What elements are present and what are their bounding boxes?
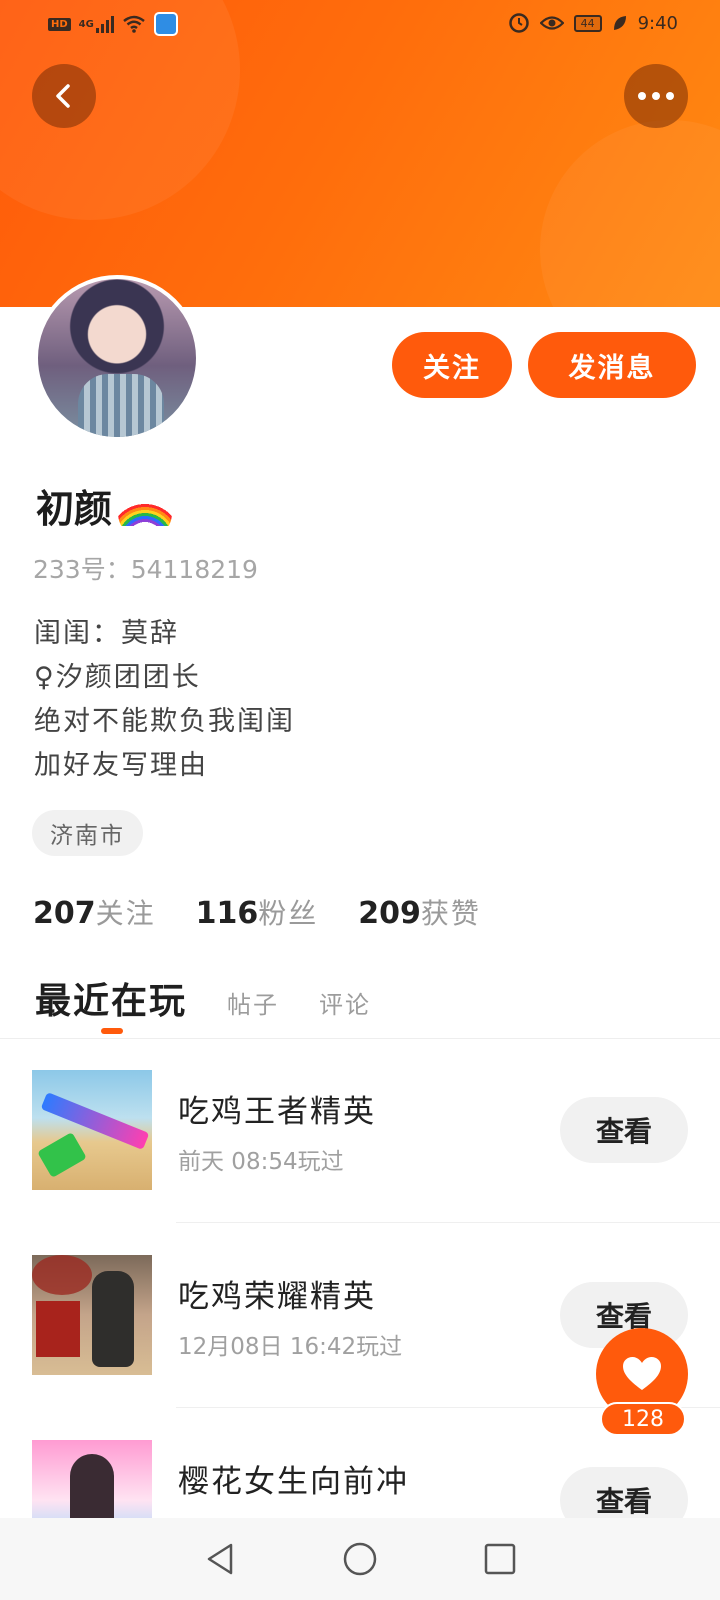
stat-label: 粉丝	[258, 897, 319, 930]
view-button[interactable]: 查看	[560, 1467, 688, 1518]
username-row: 初颜	[36, 478, 173, 533]
signal-icon	[95, 15, 114, 33]
avatar[interactable]	[34, 275, 200, 441]
leaf-icon	[613, 16, 626, 30]
rainbow-icon	[118, 485, 173, 526]
game-thumbnail[interactable]	[32, 1440, 152, 1518]
tab-recently-played[interactable]: 最近在玩	[35, 972, 188, 1034]
stat-likes[interactable]: 209获赞	[358, 892, 481, 932]
thumbnail-art	[92, 1271, 134, 1367]
game-name: 吃鸡王者精英	[178, 1094, 376, 1130]
stat-label: 获赞	[420, 897, 481, 930]
game-played-time: 12月08日 16:42玩过	[178, 1334, 403, 1360]
hd-badge: HD	[48, 17, 71, 31]
wifi-icon	[123, 15, 145, 33]
square-recents-icon[interactable]	[481, 1540, 519, 1578]
game-thumbnail[interactable]	[32, 1255, 152, 1375]
stats-row: 207关注 116粉丝 209获赞	[33, 892, 481, 932]
tab-posts[interactable]: 帖子	[227, 985, 279, 1020]
stat-number: 209	[358, 896, 421, 931]
stat-label: 关注	[95, 897, 156, 930]
bio-line: 闺闺：莫辞	[34, 618, 179, 649]
triangle-back-icon[interactable]	[201, 1540, 239, 1578]
circle-home-icon[interactable]	[341, 1540, 379, 1578]
status-bar: HD 4G 44 9:40	[0, 0, 720, 50]
view-button[interactable]: 查看	[560, 1097, 688, 1163]
stat-number: 116	[195, 896, 259, 931]
back-button[interactable]	[32, 64, 96, 128]
bio: 闺闺：莫辞 ♀汐颜团团长 绝对不能欺负我闺闺 加好友写理由	[34, 612, 295, 788]
clock: 9:40	[637, 12, 678, 34]
banner-decor	[540, 120, 720, 307]
tab-indicator	[101, 1028, 123, 1034]
list-item[interactable]: 樱花女生向前冲 查看	[0, 1440, 720, 1518]
thumbnail-art	[70, 1454, 114, 1518]
game-name: 吃鸡荣耀精英	[178, 1279, 376, 1315]
bio-line: 加好友写理由	[34, 750, 208, 781]
city-tag: 济南市	[32, 810, 143, 856]
tab-label: 最近在玩	[35, 981, 188, 1022]
bio-line: ♀汐颜团团长	[34, 662, 201, 693]
row-divider	[176, 1222, 720, 1223]
stat-following[interactable]: 207关注	[33, 892, 156, 932]
status-right: 44 9:40	[508, 12, 678, 34]
user-id: 233号：54118219	[33, 550, 258, 586]
thumbnail-art	[36, 1301, 80, 1357]
profile-tabs: 最近在玩 帖子 评论	[35, 972, 371, 1034]
eye-comfort-icon	[539, 16, 564, 30]
battery-icon: 44	[573, 14, 602, 32]
game-played-time: 前天 08:54玩过	[178, 1149, 344, 1175]
message-button[interactable]: 发消息	[528, 332, 696, 398]
username: 初颜	[36, 487, 113, 531]
system-navigation-bar	[0, 1518, 720, 1600]
network-label: 4G	[78, 18, 94, 30]
user-id-label: 233号：	[33, 555, 131, 584]
chevron-left-icon	[56, 84, 70, 108]
tabs-divider	[0, 1038, 720, 1039]
data-saver-icon	[508, 13, 529, 33]
thumbnail-art	[37, 1132, 87, 1178]
app-notification-icon	[153, 12, 178, 36]
list-item[interactable]: 吃鸡王者精英 前天 08:54玩过 查看	[0, 1070, 720, 1255]
bio-line: 绝对不能欺负我闺闺	[34, 706, 295, 737]
heart-icon	[623, 1357, 661, 1390]
tab-comments[interactable]: 评论	[319, 985, 371, 1020]
status-left: HD 4G	[48, 12, 178, 36]
avatar-art	[78, 374, 164, 437]
stat-number: 207	[33, 896, 96, 931]
thumbnail-art	[32, 1255, 92, 1295]
stat-fans[interactable]: 116粉丝	[196, 892, 319, 932]
more-horizontal-icon	[638, 92, 674, 100]
like-count: 128	[600, 1402, 686, 1436]
more-button[interactable]	[624, 64, 688, 128]
user-id-value: 54118219	[130, 555, 258, 584]
game-name: 樱花女生向前冲	[178, 1464, 409, 1500]
game-thumbnail[interactable]	[32, 1070, 152, 1190]
follow-button[interactable]: 关注	[392, 332, 512, 398]
